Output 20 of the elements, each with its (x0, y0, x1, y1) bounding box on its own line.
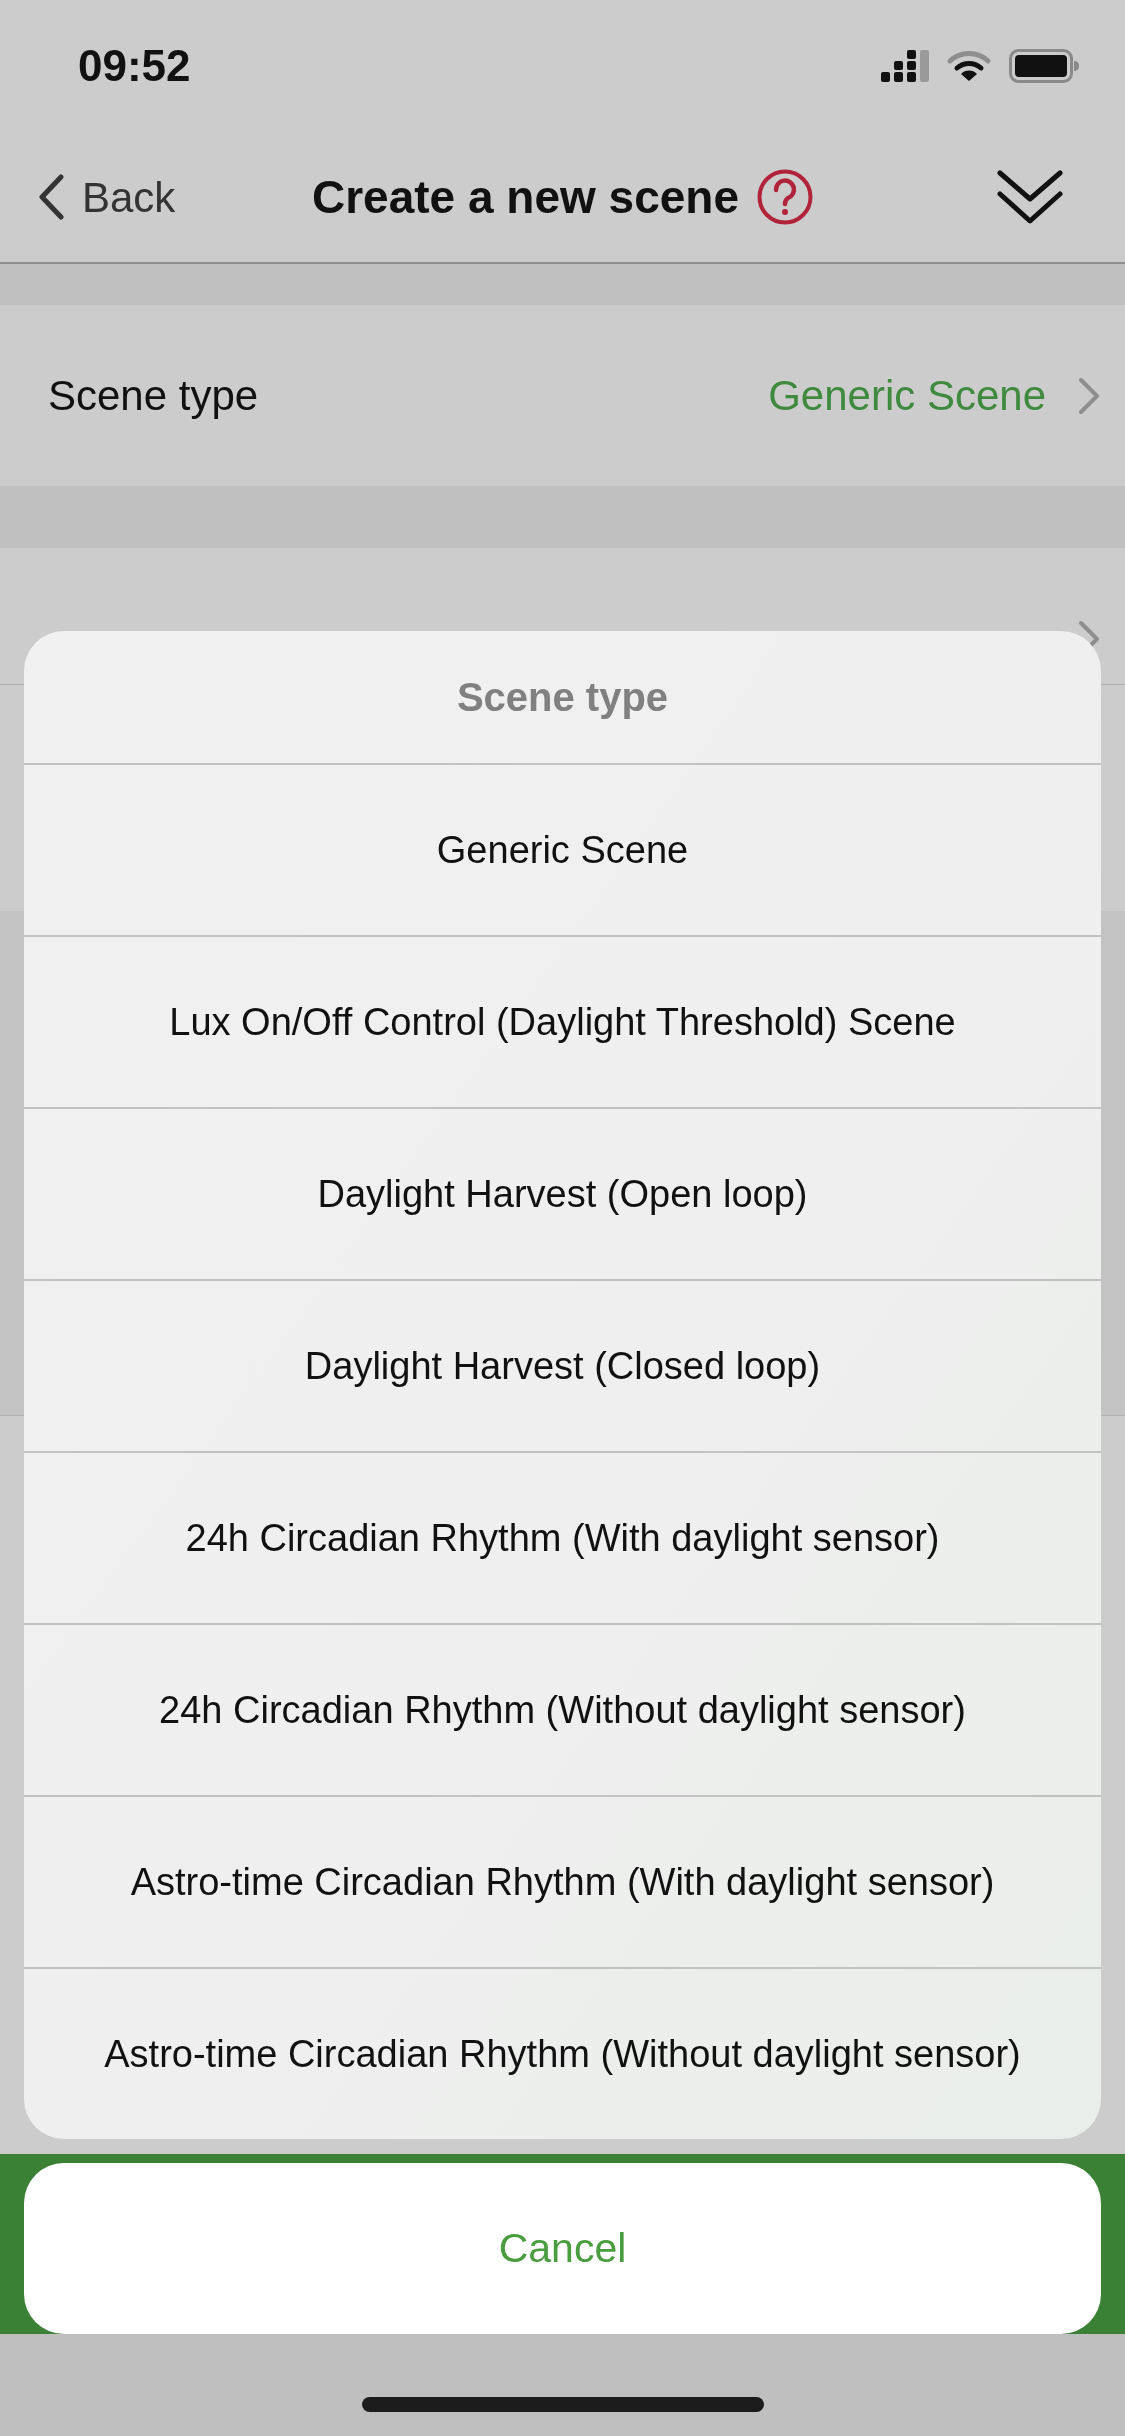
sheet-option[interactable]: Astro-time Circadian Rhythm (With daylight sensor) (24, 1795, 1101, 1967)
signal-icon (881, 50, 929, 82)
sheet-option[interactable]: Astro-time Circadian Rhythm (Without daylight sensor) (24, 1967, 1101, 2139)
wifi-icon (947, 50, 991, 82)
row-value: Generic Scene (768, 371, 1046, 421)
sheet-option[interactable]: 24h Circadian Rhythm (Without daylight sensor) (24, 1623, 1101, 1795)
sheet-option[interactable]: 24h Circadian Rhythm (With daylight sensor) (24, 1451, 1101, 1623)
sheet-option[interactable]: Daylight Harvest (Open loop) (24, 1107, 1101, 1279)
status-time: 09:52 (78, 44, 191, 88)
sheet-option[interactable]: Generic Scene (24, 763, 1101, 935)
chevron-left-icon (38, 174, 64, 220)
sheet-title: Scene type (456, 674, 669, 721)
chevron-right-icon (1078, 376, 1100, 415)
sheet-option[interactable]: Lux On/Off Control (Daylight Threshold) Scene (24, 935, 1101, 1107)
help-icon[interactable] (757, 169, 813, 225)
page-title: Create a new scene (312, 169, 739, 225)
chevron-double-down-icon[interactable] (997, 169, 1063, 225)
back-button[interactable]: Back (38, 165, 176, 229)
sheet-option[interactable]: Daylight Harvest (Closed loop) (24, 1279, 1101, 1451)
battery-icon (1009, 49, 1079, 83)
